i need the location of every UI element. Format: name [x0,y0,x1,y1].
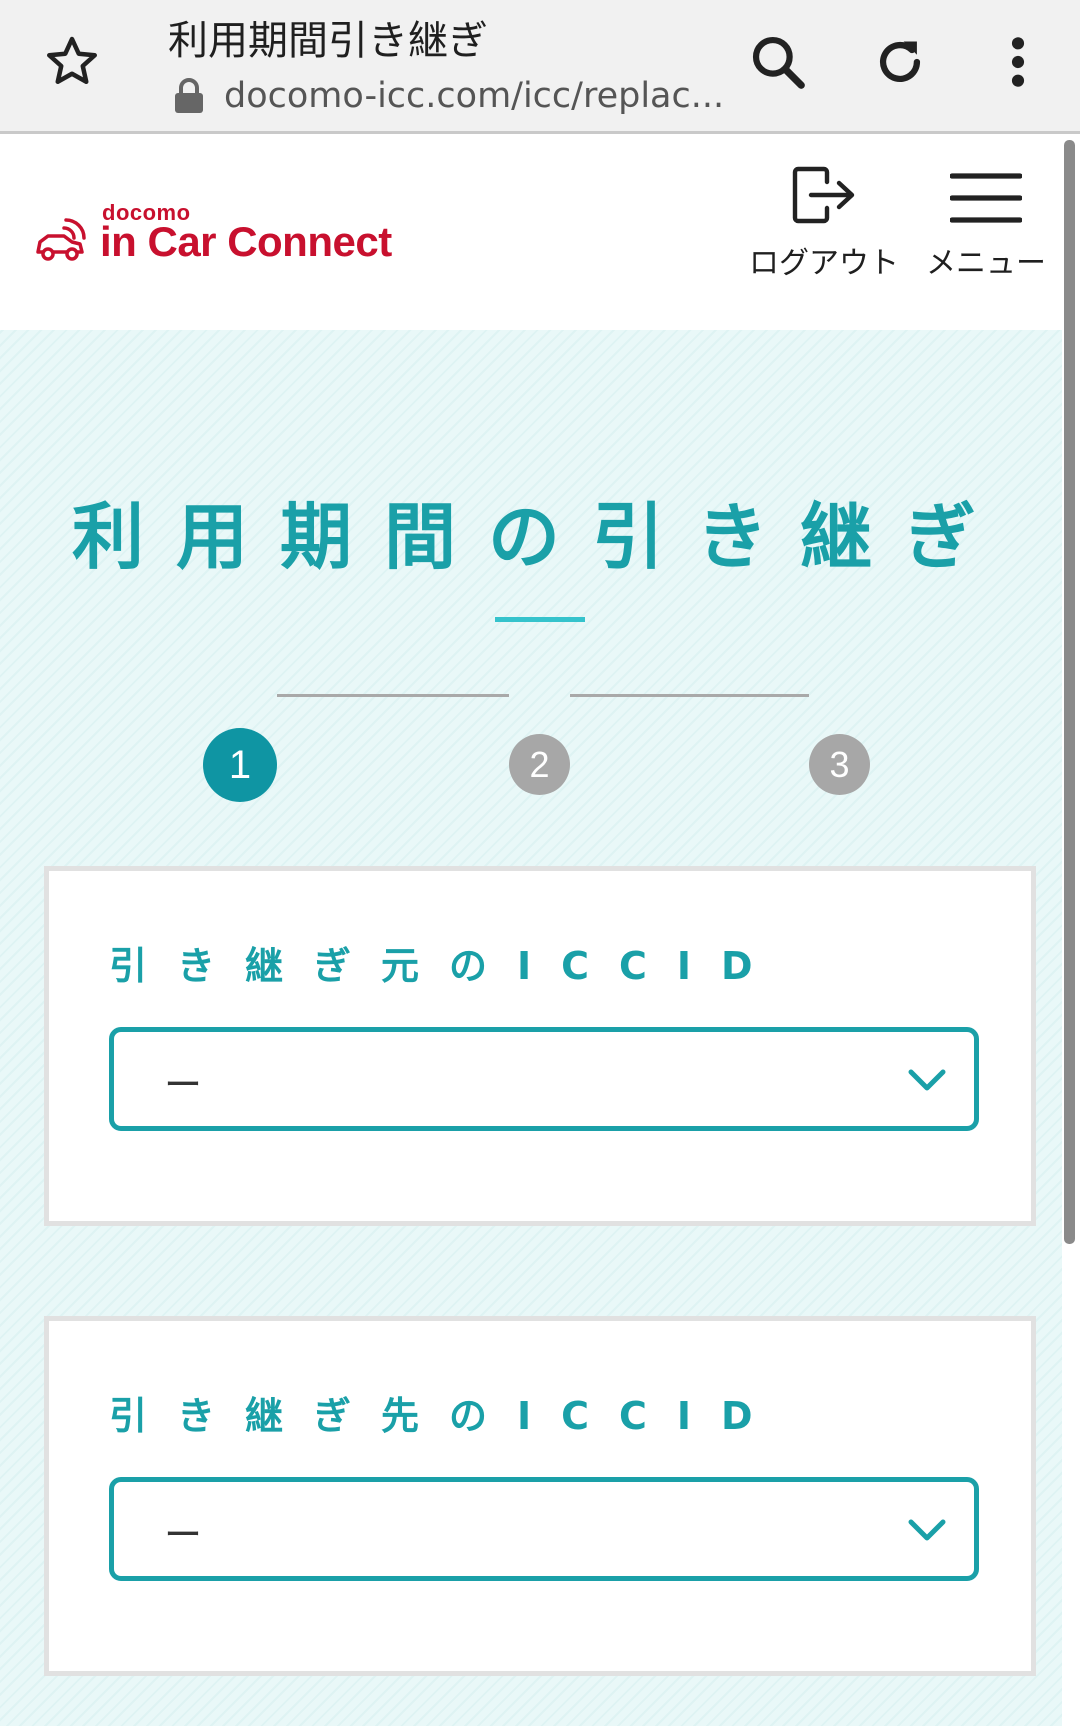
chevron-down-icon [908,1519,946,1541]
step-2-indicator: 2 [509,734,570,795]
source-iccid-label: 引き継ぎ元のICCID [109,944,783,988]
stepper-line [570,694,809,697]
step-3-indicator: 3 [809,734,870,795]
source-iccid-value: ー [164,1063,203,1107]
url-text: docomo-icc.com/icc/replac... [224,76,725,116]
chevron-down-icon [908,1069,946,1091]
stepper-line [277,694,509,697]
reload-icon[interactable] [864,26,936,98]
address-bar[interactable]: docomo-icc.com/icc/replac... [172,76,724,116]
target-iccid-label: 引き継ぎ先のICCID [109,1394,783,1438]
site-header: docomo in Car Connect ログアウト メニュー [0,134,1080,330]
page-title: 利用期間の引き継ぎ [71,495,1008,579]
main-content: 利用期間の引き継ぎ 1 2 3 引き継ぎ元のICCID ー 引き継ぎ先のICCI… [0,330,1062,1726]
menu-button[interactable]: メニュー [912,172,1060,282]
search-icon[interactable] [742,26,814,98]
browser-toolbar: 利用期間引き継ぎ docomo-icc.com/icc/replac... [0,0,1080,134]
lock-icon [172,76,206,116]
car-wifi-icon [36,218,86,261]
docomo-in-car-connect-logo[interactable]: docomo in Car Connect [34,200,414,274]
title-underline [495,617,585,622]
target-iccid-value: ー [164,1513,203,1557]
step-1-indicator: 1 [203,728,277,802]
logout-label: ログアウト [749,246,899,281]
scrollbar-thumb[interactable] [1064,140,1075,1244]
source-iccid-select[interactable]: ー [109,1027,979,1131]
bookmark-star-icon[interactable] [40,30,104,94]
source-iccid-card: 引き継ぎ元のICCID ー [44,866,1036,1226]
hamburger-menu-icon [950,173,1022,223]
more-options-icon[interactable] [982,26,1054,98]
target-iccid-card: 引き継ぎ先のICCID ー [44,1316,1036,1676]
logo-product-text: in Car Connect [100,218,392,265]
logout-button[interactable]: ログアウト [744,166,904,282]
target-iccid-select[interactable]: ー [109,1477,979,1581]
tab-title: 利用期間引き継ぎ [168,18,488,64]
logout-icon [792,166,855,224]
menu-label: メニュー [926,246,1046,281]
